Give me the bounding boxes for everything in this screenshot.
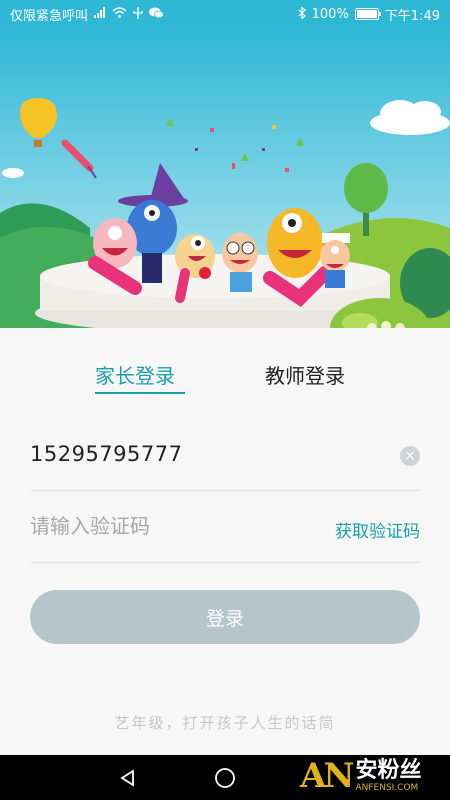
watermark: AN 安粉丝 ANFENSI.COM	[300, 752, 450, 800]
watermark-cn: 安粉丝	[355, 757, 422, 783]
tab-teacher-login[interactable]: 教师登录	[265, 360, 345, 389]
get-code-button[interactable]: 获取验证码	[335, 517, 420, 542]
wechat-icon	[149, 7, 164, 22]
status-bar-right: 100% 下午1:49	[298, 5, 440, 24]
battery-percent: 100%	[311, 6, 349, 22]
login-type-tabs: 家长登录 教师登录	[0, 360, 450, 400]
carrier-text: 仅限紧急呼叫	[10, 8, 89, 24]
clear-icon[interactable]: ×	[400, 446, 420, 466]
usb-icon	[133, 6, 143, 22]
phone-field[interactable]: 15295795777 ×	[30, 430, 420, 491]
bird	[2, 168, 24, 178]
verification-code-field: 获取验证码	[30, 500, 420, 563]
login-button[interactable]: 登录	[30, 590, 420, 644]
active-tab-indicator	[95, 392, 185, 394]
watermark-logo: AN	[300, 756, 354, 796]
hero-illustration	[0, 28, 450, 328]
signal-icon	[94, 7, 106, 21]
battery-level	[356, 10, 377, 18]
home-icon[interactable]	[195, 755, 255, 800]
back-icon[interactable]	[98, 755, 158, 800]
clock: 下午1:49	[384, 8, 440, 24]
phone-input[interactable]: 15295795777	[30, 442, 182, 466]
verification-code-input[interactable]	[30, 514, 290, 538]
wifi-icon	[112, 7, 127, 21]
slogan: 艺年级，打开孩子人生的话简	[114, 714, 336, 732]
status-bar: 仅限紧急呼叫 100% 下午1:49	[0, 0, 450, 28]
watermark-en: ANFENSI.COM	[355, 782, 419, 793]
tab-parent-login[interactable]: 家长登录	[95, 360, 175, 389]
status-bar-left: 仅限紧急呼叫	[10, 5, 164, 24]
battery-icon	[354, 8, 381, 20]
bluetooth-icon	[298, 5, 306, 22]
